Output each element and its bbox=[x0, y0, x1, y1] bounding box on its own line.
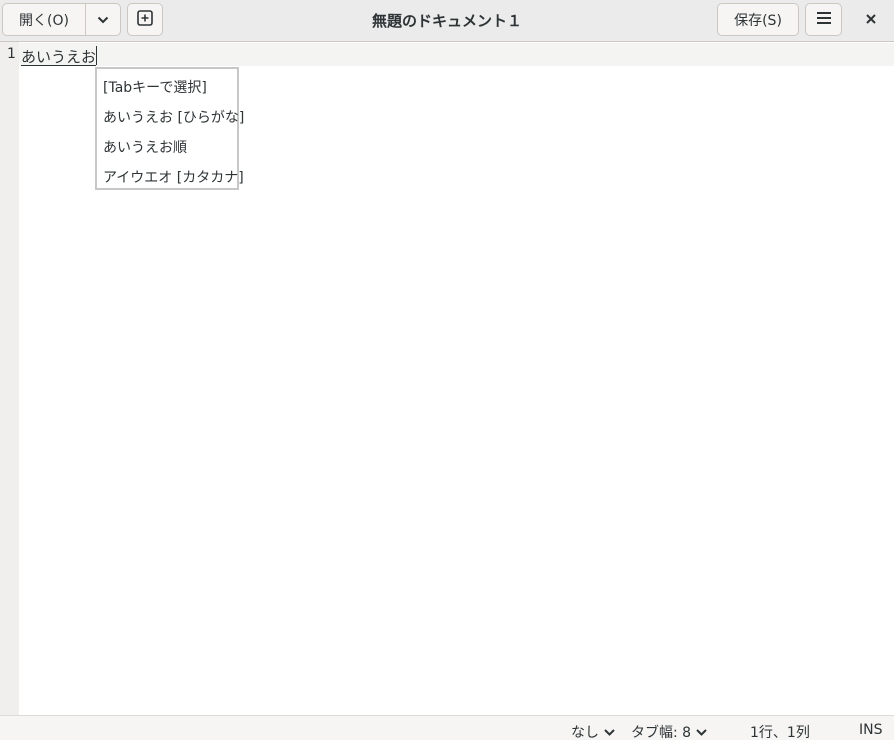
current-line-highlight bbox=[19, 43, 894, 66]
completion-item-order[interactable]: あいうえお順 bbox=[103, 137, 187, 157]
chevron-down-icon bbox=[97, 12, 109, 28]
line-number-gutter bbox=[0, 42, 19, 715]
line-number: 1 bbox=[7, 46, 16, 62]
hamburger-menu-icon bbox=[816, 11, 831, 28]
insert-mode-indicator: INS bbox=[859, 722, 883, 738]
window-title: 無題のドキュメント１ bbox=[371, 11, 522, 30]
chevron-down-icon bbox=[696, 724, 707, 740]
open-button[interactable]: 開く(O) bbox=[2, 3, 86, 36]
open-button-label: 開く(O) bbox=[19, 12, 69, 29]
main-menu-button[interactable] bbox=[805, 3, 842, 36]
text-caret bbox=[96, 46, 97, 65]
cursor-position: 1行、1列 bbox=[750, 725, 810, 740]
completion-item-hiragana[interactable]: あいうえお [ひらがな] bbox=[103, 107, 244, 127]
new-tab-button[interactable] bbox=[127, 3, 163, 36]
save-button[interactable]: 保存(S) bbox=[717, 3, 799, 36]
tab-width-label: タブ幅: 8 bbox=[631, 725, 692, 740]
completion-hint: [Tabキーで選択] bbox=[103, 80, 207, 96]
chevron-down-icon bbox=[604, 724, 615, 740]
status-bar: なし タブ幅: 8 1行、1列 INS bbox=[0, 715, 894, 740]
close-icon bbox=[866, 12, 876, 28]
close-button[interactable] bbox=[853, 5, 889, 34]
new-tab-icon bbox=[137, 9, 153, 30]
save-button-label: 保存(S) bbox=[734, 12, 782, 29]
language-selector[interactable]: なし bbox=[571, 722, 615, 740]
editor-line-text[interactable]: あいうえお bbox=[21, 46, 96, 67]
header-bar: 開く(O) 無題のドキュメント１ 保存(S) bbox=[0, 0, 894, 42]
tab-width-selector[interactable]: タブ幅: 8 bbox=[631, 722, 707, 740]
language-label: なし bbox=[571, 725, 599, 740]
completion-item-katakana[interactable]: アイウエオ [カタカナ] bbox=[103, 167, 244, 187]
completion-popup: [Tabキーで選択] あいうえお [ひらがな] あいうえお順 アイウエオ [カタ… bbox=[95, 67, 244, 190]
open-menu-button[interactable] bbox=[85, 3, 121, 36]
